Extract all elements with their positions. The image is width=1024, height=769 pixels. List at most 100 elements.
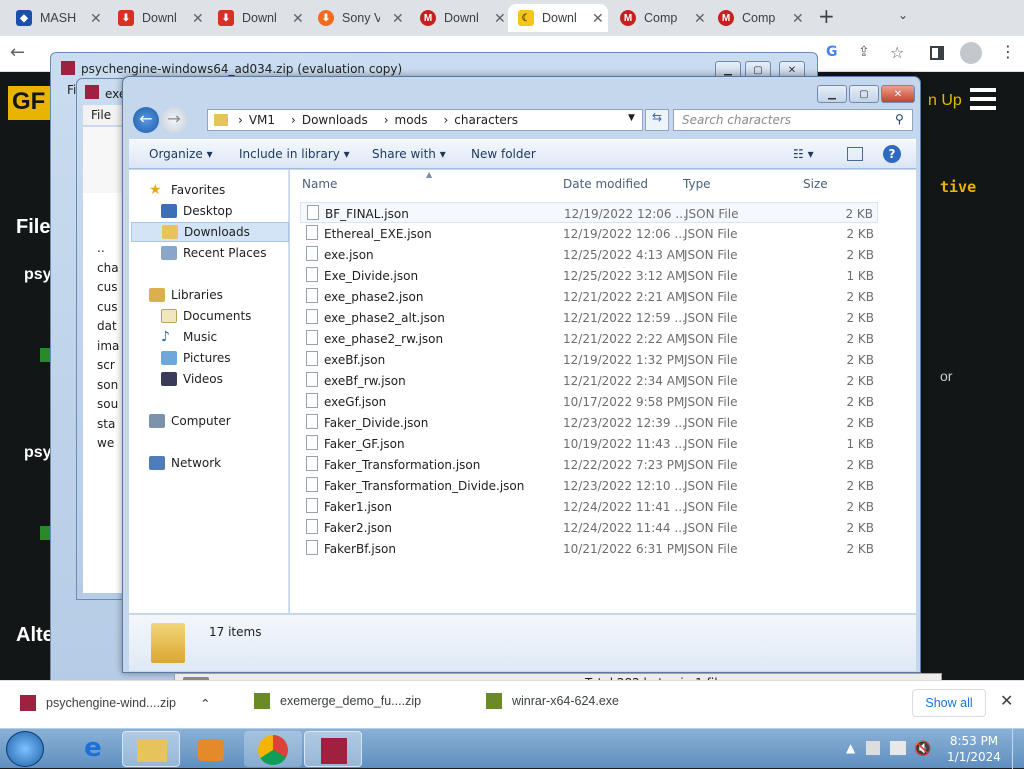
zip-file-icon — [20, 695, 36, 711]
breadcrumb-item[interactable]: Downloads — [302, 113, 368, 127]
close-tab-icon[interactable]: ✕ — [792, 10, 804, 27]
profile-avatar[interactable] — [960, 42, 982, 64]
share-icon[interactable]: ⇪ — [858, 44, 870, 60]
close-tab-icon[interactable]: ✕ — [90, 10, 102, 27]
maximize-button[interactable]: ▢ — [849, 85, 879, 103]
sign-up-link[interactable]: n Up — [928, 92, 962, 110]
column-name[interactable]: Name — [302, 177, 337, 191]
explorer-taskbar-icon[interactable] — [122, 731, 180, 767]
internet-explorer-icon[interactable]: e — [64, 731, 122, 767]
menu-dots-icon[interactable]: ⋮ — [1000, 42, 1016, 61]
browser-tab[interactable]: M Comp ✕ — [610, 4, 706, 32]
browser-tab[interactable]: ⬇ Downl ✕ — [108, 4, 206, 32]
forward-arrow-icon[interactable]: → — [161, 107, 187, 133]
file-row[interactable]: exe_phase2.json 12/21/2022 2:21 AM JSON Fi… — [300, 286, 878, 307]
minimize-button[interactable]: ▁ — [817, 85, 847, 103]
close-button[interactable]: ✕ — [881, 85, 915, 103]
file-name: exeGf.json — [324, 395, 387, 409]
clock[interactable]: 8:53 PM 1/1/2024 — [944, 733, 1004, 765]
nav-favorites[interactable]: ★ Favorites — [149, 180, 307, 200]
new-tab-button[interactable]: + — [818, 4, 835, 28]
winrar-taskbar-icon[interactable] — [304, 731, 362, 767]
organize-button[interactable]: Organize ▾ — [149, 147, 213, 161]
nav-network[interactable]: Network — [149, 453, 307, 473]
file-row[interactable]: Faker_GF.json 10/19/2022 11:43 ... JSON Fi… — [300, 433, 878, 454]
file-row[interactable]: exe.json 12/25/2022 4:13 AM JSON File 2 KB — [300, 244, 878, 265]
file-row[interactable]: Faker_Transformation.json 12/22/2022 7:23… — [300, 454, 878, 475]
breadcrumb-item[interactable]: characters — [454, 113, 518, 127]
browser-tab[interactable]: ⬇ Downl ✕ — [208, 4, 306, 32]
media-player-icon[interactable] — [182, 731, 240, 767]
breadcrumb-item[interactable]: VM1 — [249, 113, 275, 127]
back-arrow-icon[interactable]: ← — [133, 107, 159, 133]
nav-computer[interactable]: Computer — [149, 411, 307, 431]
file-row[interactable]: exe_phase2_rw.json 12/21/2022 2:22 AM JSON… — [300, 328, 878, 349]
browser-tab[interactable]: ◆ MASH ✕ — [6, 4, 106, 32]
share-with-button[interactable]: Share with ▾ — [372, 147, 446, 161]
close-icon[interactable]: ✕ — [1000, 691, 1013, 710]
hamburger-menu-icon[interactable] — [970, 88, 996, 110]
new-folder-button[interactable]: New folder — [471, 147, 536, 161]
view-options-icon[interactable]: ☷ ▾ — [793, 147, 814, 161]
close-tab-icon[interactable]: ✕ — [592, 10, 604, 27]
google-icon[interactable]: G — [826, 44, 838, 60]
file-row[interactable]: exeBf.json 12/19/2022 1:32 PM JSON File 2 K… — [300, 349, 878, 370]
winrar-icon — [61, 61, 75, 75]
show-all-button[interactable]: Show all — [912, 689, 986, 717]
volume-icon[interactable]: 🔇 — [914, 741, 931, 757]
file-row[interactable]: Faker_Transformation_Divide.json 12/23/20… — [300, 475, 878, 496]
browser-tab[interactable]: ⬇ Sony V ✕ — [308, 4, 406, 32]
nav-libraries[interactable]: Libraries — [149, 285, 307, 305]
file-row[interactable]: Faker1.json 12/24/2022 11:41 ... JSON File… — [300, 496, 878, 517]
file-row[interactable]: Exe_Divide.json 12/25/2022 3:12 AM JSON Fi… — [300, 265, 878, 286]
menu-file[interactable]: Fi — [67, 83, 76, 97]
nav-downloads[interactable]: Downloads — [131, 222, 289, 242]
preview-pane-icon[interactable] — [847, 147, 863, 161]
file-size: 2 KB — [846, 248, 874, 262]
file-row[interactable]: BF_FINAL.json 12/19/2022 12:06 ... JSON Fi… — [300, 202, 878, 223]
tray-overflow-icon[interactable]: ▲ — [846, 741, 855, 755]
close-tab-icon[interactable]: ✕ — [494, 10, 506, 27]
file-row[interactable]: exeGf.json 10/17/2022 9:58 PM JSON File 2 K… — [300, 391, 878, 412]
nav-label: Libraries — [171, 288, 223, 302]
network-tray-icon[interactable] — [890, 741, 906, 755]
tab-search-chevron-icon[interactable]: ⌄ — [898, 8, 908, 22]
chevron-up-icon[interactable]: ⌃ — [200, 696, 210, 711]
file-row[interactable]: FakerBf.json 10/21/2022 6:31 PM JSON File 2… — [300, 538, 878, 559]
download-item[interactable]: winrar-x64-624.exe — [486, 693, 619, 709]
side-panel-icon[interactable] — [930, 46, 944, 60]
browser-tab[interactable]: M Downl ✕ — [410, 4, 508, 32]
browser-tab[interactable]: M Comp ✕ — [708, 4, 804, 32]
column-size[interactable]: Size — [803, 177, 828, 191]
file-row[interactable]: Ethereal_EXE.json 12/19/2022 12:06 ... JSO… — [300, 223, 878, 244]
file-row[interactable]: exe_phase2_alt.json 12/21/2022 12:59 ... J… — [300, 307, 878, 328]
show-desktop-button[interactable] — [1012, 729, 1024, 769]
column-type[interactable]: Type — [683, 177, 711, 191]
browser-tab-active[interactable]: ☾ Downl ✕ — [508, 4, 608, 32]
chrome-icon[interactable] — [244, 731, 302, 767]
download-item[interactable]: exemerge_demo_fu....zip — [254, 693, 421, 709]
download-item[interactable]: psychengine-wind....zip ⌃ — [20, 695, 210, 711]
file-row[interactable]: Faker2.json 12/24/2022 11:44 ... JSON File… — [300, 517, 878, 538]
file-row[interactable]: Faker_Divide.json 12/23/2022 12:39 ... JSO… — [300, 412, 878, 433]
bookmark-star-icon[interactable]: ☆ — [890, 43, 904, 62]
explorer-window[interactable]: ▁ ▢ ✕ ← → › VM1 › Downloads › mods › cha… — [122, 76, 921, 673]
close-tab-icon[interactable]: ✕ — [192, 10, 204, 27]
action-center-icon[interactable] — [866, 741, 880, 755]
refresh-icon[interactable]: ⇆ — [645, 109, 669, 131]
close-tab-icon[interactable]: ✕ — [694, 10, 706, 27]
back-arrow-icon[interactable]: ← — [10, 42, 25, 63]
folder-icon — [151, 623, 185, 663]
start-button[interactable] — [6, 731, 44, 767]
close-tab-icon[interactable]: ✕ — [392, 10, 404, 27]
include-in-library-button[interactable]: Include in library ▾ — [239, 147, 350, 161]
column-date-modified[interactable]: Date modified — [563, 177, 648, 191]
dropdown-arrow-icon[interactable]: ▼ — [628, 113, 635, 123]
file-type: JSON File — [684, 332, 738, 346]
file-row[interactable]: exeBf_rw.json 12/21/2022 2:34 AM JSON File… — [300, 370, 878, 391]
breadcrumb-item[interactable]: mods — [395, 113, 428, 127]
search-input[interactable]: Search characters — [673, 109, 913, 131]
help-icon[interactable]: ? — [883, 145, 901, 163]
close-tab-icon[interactable]: ✕ — [292, 10, 304, 27]
address-breadcrumb[interactable]: › VM1 › Downloads › mods › characters ▼ — [207, 109, 643, 131]
